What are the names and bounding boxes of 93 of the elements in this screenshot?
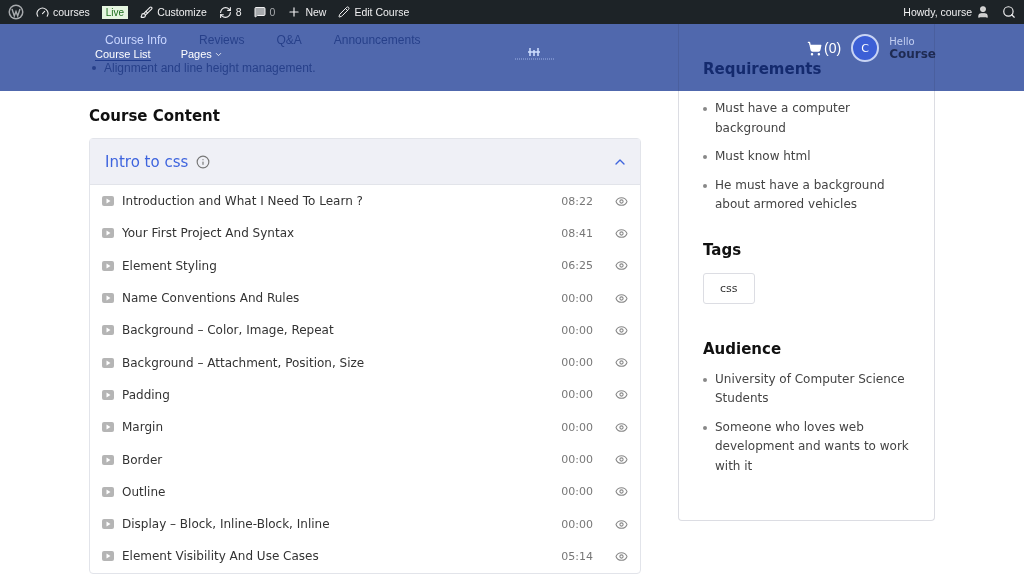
section-heading: Course Content: [89, 107, 221, 125]
section-heading: Tags: [703, 240, 743, 259]
comments-link[interactable]: 0: [253, 6, 276, 18]
live-badge: Live: [101, 5, 129, 19]
eye-icon[interactable]: [615, 388, 628, 402]
site-link[interactable]: courses: [36, 5, 90, 19]
list-item-text: University of Computer Science Students: [715, 370, 906, 407]
video-icon: [102, 228, 114, 239]
list-item-text: He must have a background about armored vehicles: [715, 176, 886, 213]
lesson-title[interactable]: Padding: [122, 387, 545, 402]
site-logo-icon[interactable]: [512, 47, 557, 61]
list-item-text: Must know html: [715, 148, 811, 165]
lesson-duration: 08:22: [560, 194, 593, 208]
eye-icon[interactable]: [615, 517, 628, 531]
pencil-icon: [338, 6, 351, 18]
new-link[interactable]: New: [287, 5, 327, 19]
bullet-icon: [703, 155, 707, 159]
eye-icon[interactable]: [615, 226, 628, 240]
bullet-icon: [703, 377, 707, 382]
tag-chip[interactable]: css: [703, 272, 755, 304]
edit-link[interactable]: Edit Course: [338, 6, 410, 18]
plus-icon: [287, 5, 302, 19]
list-item-text: Must have a computer background: [715, 100, 852, 137]
video-icon: [102, 260, 114, 271]
lesson-duration: 00:00: [560, 420, 593, 434]
lesson-title[interactable]: Display – Block, Inline-Block, Inline: [122, 517, 545, 532]
bullet-icon: [703, 107, 707, 111]
video-icon: [102, 454, 114, 465]
brush-icon: [140, 5, 154, 19]
section-heading: Audience: [703, 339, 783, 358]
lesson-title[interactable]: Name Conventions And Rules: [122, 291, 545, 306]
lesson-duration: 00:00: [560, 485, 593, 499]
user-name: Course: [889, 48, 936, 60]
course-tab[interactable]: Course Info: [105, 32, 168, 47]
search-icon[interactable]: [1002, 5, 1016, 19]
lesson-title[interactable]: Background – Attachment, Position, Size: [122, 355, 545, 370]
lesson-duration: 00:00: [560, 356, 593, 370]
avatar-icon: [976, 5, 990, 19]
eye-icon[interactable]: [615, 453, 628, 466]
customize-link[interactable]: Customize: [140, 5, 207, 19]
lesson-title[interactable]: Border: [122, 452, 545, 467]
eye-icon[interactable]: [615, 291, 628, 305]
lesson-duration: 00:00: [560, 453, 593, 466]
dashboard-icon: [36, 5, 49, 19]
updates-link[interactable]: 8: [218, 5, 242, 19]
lesson-duration: 06:25: [560, 259, 593, 273]
eye-icon[interactable]: [615, 323, 628, 337]
topic-title: Intro to css: [105, 152, 189, 171]
lesson-title[interactable]: Introduction and What I Need To Learn ?: [122, 194, 545, 209]
video-icon: [102, 486, 114, 497]
comment-icon: [253, 6, 266, 18]
video-icon: [102, 422, 114, 433]
eye-icon[interactable]: [615, 485, 628, 499]
video-icon: [102, 196, 114, 207]
eye-icon[interactable]: [615, 259, 628, 273]
account-link[interactable]: Howdy, course: [903, 5, 990, 19]
eye-icon[interactable]: [615, 356, 628, 370]
video-icon: [102, 519, 114, 530]
cart-link[interactable]: (0): [807, 40, 842, 56]
video-icon: [102, 325, 114, 336]
list-item-text: Someone who loves web development and wants to work with it: [715, 418, 910, 475]
lesson-title[interactable]: Background – Color, Image, Repeat: [122, 323, 545, 338]
video-icon: [102, 551, 114, 562]
lesson-duration: 00:00: [560, 323, 593, 337]
video-icon: [102, 389, 114, 400]
lesson-title[interactable]: Your First Project And Syntax: [122, 226, 545, 241]
lesson-duration: 08:41: [560, 226, 593, 240]
wordpress-logo-icon[interactable]: [8, 4, 24, 20]
bullet-icon: [703, 183, 707, 188]
cart-icon: [807, 40, 823, 56]
lesson-title[interactable]: Outline: [122, 484, 545, 499]
video-icon: [102, 357, 114, 368]
bullet-icon: [703, 425, 707, 430]
lesson-title[interactable]: Element Styling: [122, 258, 545, 273]
lesson-title[interactable]: Element Visibility And Use Cases: [122, 549, 545, 564]
lesson-duration: 05:14: [560, 549, 593, 563]
lesson-title[interactable]: Margin: [122, 420, 545, 435]
eye-icon[interactable]: [615, 420, 628, 434]
eye-icon[interactable]: [615, 549, 628, 563]
info-icon[interactable]: [196, 154, 211, 169]
lesson-duration: 00:00: [560, 517, 593, 531]
lesson-duration: 00:00: [560, 388, 593, 402]
lesson-duration: 00:00: [560, 291, 593, 305]
user-avatar[interactable]: C: [851, 34, 880, 62]
topic-header[interactable]: Intro to css: [90, 139, 640, 185]
section-heading: Requirements: [703, 60, 823, 78]
video-icon: [102, 293, 114, 304]
refresh-icon: [218, 5, 232, 19]
bullet-icon: [92, 66, 96, 70]
nav-link[interactable]: Pages: [180, 48, 223, 60]
nav-link[interactable]: Course List: [95, 47, 151, 61]
eye-icon[interactable]: [615, 194, 628, 208]
hello-label: Hello: [889, 36, 916, 48]
